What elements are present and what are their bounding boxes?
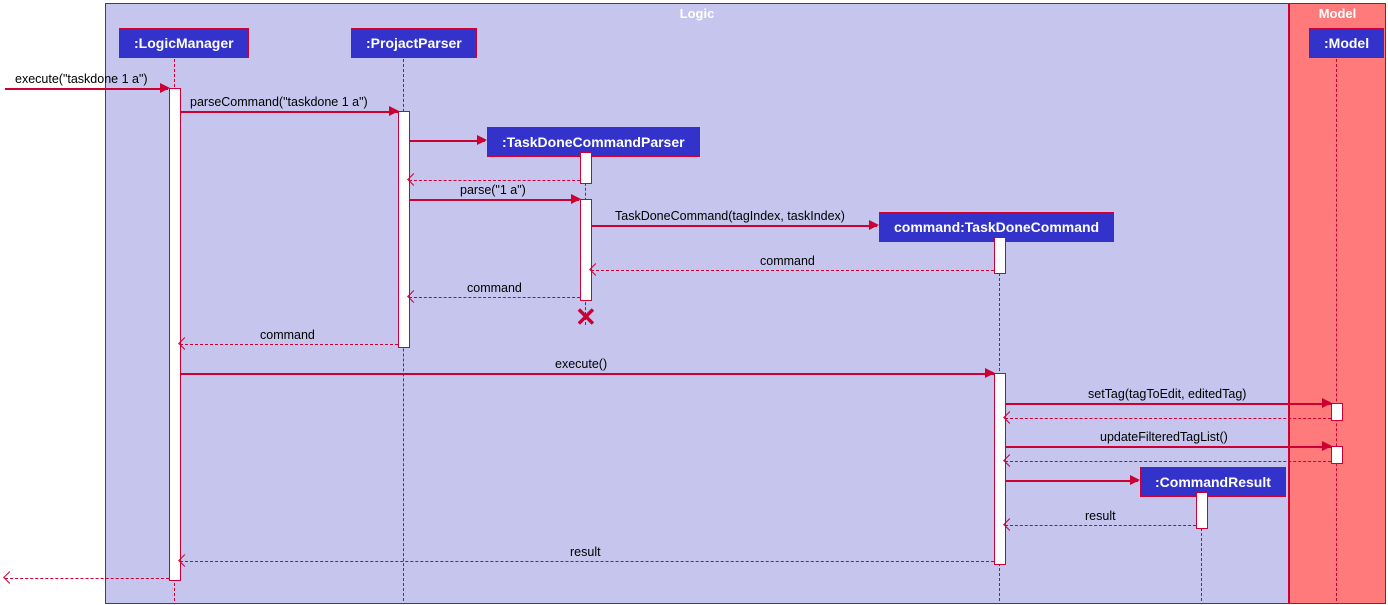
activation-model-2 [1331, 446, 1343, 464]
participant-projactparser: :ProjactParser [351, 28, 477, 58]
msg-return-settag [1005, 418, 1331, 419]
label-updatefilteredtag: updateFilteredTagList() [1100, 430, 1228, 444]
arrow-updatefilteredtag [1322, 441, 1332, 451]
msg-return-create-tdcp [409, 180, 580, 181]
msg-return-result2 [180, 561, 994, 562]
arrow-create-tdcp [477, 135, 487, 145]
activation-tdc-1 [994, 237, 1006, 274]
label-command1: command [760, 254, 815, 268]
activation-model-1 [1331, 403, 1343, 421]
msg-return-out [5, 578, 169, 579]
arrow-return-out [3, 571, 16, 584]
msg-executecall [180, 373, 994, 375]
label-command3: command [260, 328, 315, 342]
label-command2: command [467, 281, 522, 295]
label-taskdonecommand: TaskDoneCommand(tagIndex, taskIndex) [615, 209, 845, 223]
participant-model: :Model [1309, 28, 1384, 58]
label-parse: parse("1 a") [460, 183, 526, 197]
msg-execute-entry [5, 88, 168, 90]
label-parsecommand: parseCommand("taskdone 1 a") [190, 95, 368, 109]
msg-create-commandresult [1005, 480, 1138, 482]
activation-projactparser [398, 111, 410, 348]
lifeline-model [1336, 54, 1337, 601]
activation-tdcp-2 [580, 199, 592, 301]
label-executecall: execute() [555, 357, 607, 371]
arrow-parse [571, 194, 581, 204]
msg-parsecommand [180, 111, 398, 113]
region-logic-title: Logic [680, 6, 715, 21]
destroy-tdcp: ✕ [575, 308, 595, 328]
msg-taskdonecommand [591, 225, 877, 227]
msg-return-command1 [591, 270, 994, 271]
arrow-settag [1322, 398, 1332, 408]
arrow-executecall [985, 368, 995, 378]
msg-create-tdcp [409, 140, 485, 142]
participant-commandresult: :CommandResult [1140, 467, 1286, 497]
label-settag: setTag(tagToEdit, editedTag) [1088, 387, 1246, 401]
label-execute-entry: execute("taskdone 1 a") [15, 72, 148, 86]
activation-tdc-2 [994, 373, 1006, 565]
msg-settag [1005, 403, 1331, 405]
arrow-taskdonecommand [869, 220, 879, 230]
arrow-parsecommand [389, 106, 399, 116]
label-result1: result [1085, 509, 1116, 523]
activation-commandresult [1196, 492, 1208, 529]
msg-updatefilteredtag [1005, 446, 1331, 448]
arrow-execute-entry [160, 83, 170, 93]
label-result2: result [570, 545, 601, 559]
msg-parse [409, 199, 579, 201]
activation-logicmanager [169, 88, 181, 581]
activation-tdcp-1 [580, 152, 592, 184]
region-model: Model [1289, 3, 1386, 604]
sequence-diagram: Logic Model :LogicManager :ProjactParser… [0, 0, 1388, 605]
participant-taskdonecommandparser: :TaskDoneCommandParser [487, 127, 700, 157]
msg-return-command2 [409, 297, 580, 298]
participant-logicmanager: :LogicManager [119, 28, 249, 58]
msg-return-updatefilteredtag [1005, 461, 1331, 462]
msg-return-result1 [1005, 525, 1196, 526]
region-model-title: Model [1319, 6, 1357, 21]
msg-return-command3 [180, 344, 398, 345]
arrow-create-commandresult [1130, 475, 1140, 485]
